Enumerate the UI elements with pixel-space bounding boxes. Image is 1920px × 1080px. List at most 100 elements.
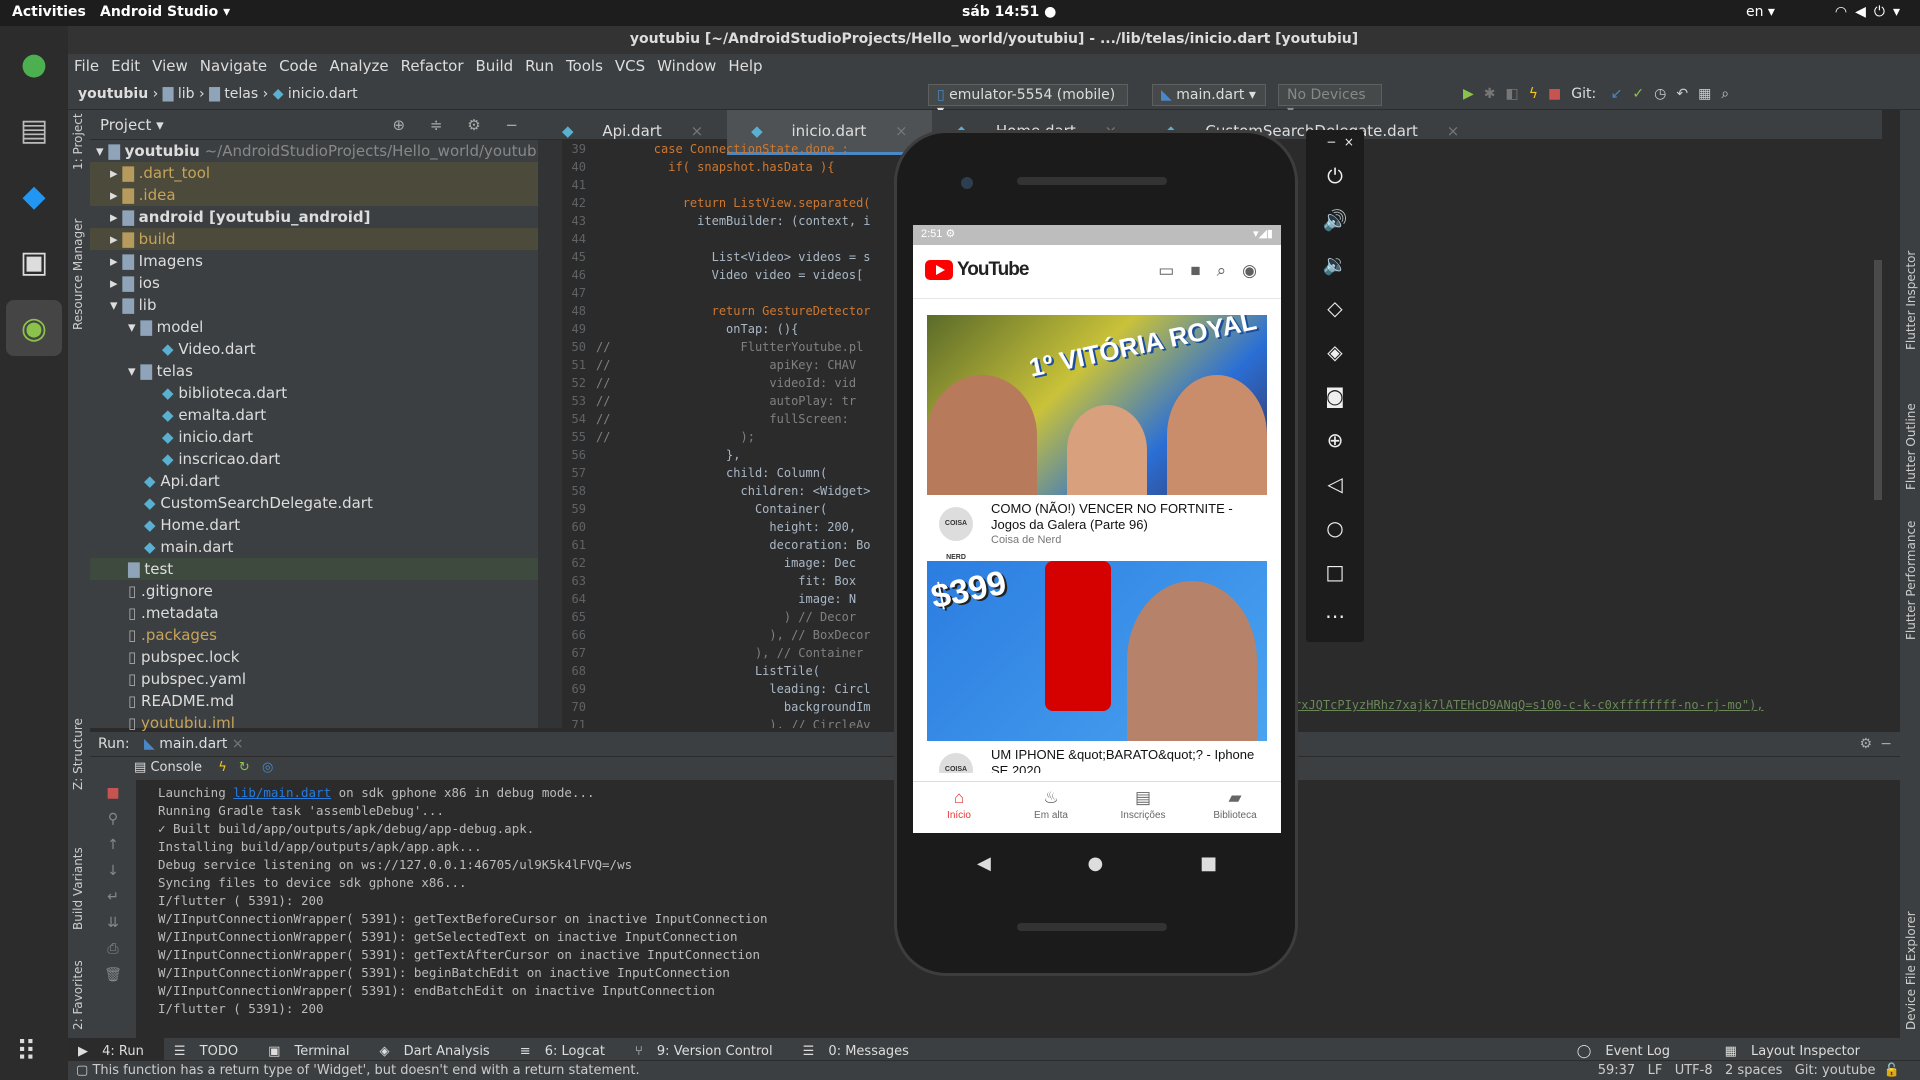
menu-run[interactable]: Run: [519, 54, 560, 78]
tree-item-idea[interactable]: ▸ ▇ .idea: [90, 184, 538, 206]
run-tab-main[interactable]: ◣ main.dart ×: [144, 736, 244, 752]
minimize-icon[interactable]: −: [1880, 736, 1892, 752]
scroll-end-icon[interactable]: ⇊: [90, 910, 136, 936]
breadcrumb-lib[interactable]: lib: [178, 86, 195, 102]
code-line[interactable]: 69 leading: Circl: [562, 680, 902, 698]
attach-icon[interactable]: ◧: [1506, 86, 1529, 102]
git-commit-icon[interactable]: ✓: [1632, 86, 1654, 102]
code-line[interactable]: 52 // videoId: vid: [562, 374, 902, 392]
print-icon[interactable]: ⎙: [90, 936, 136, 962]
android-studio-icon[interactable]: ◉: [6, 300, 62, 356]
code-line[interactable]: 71 ), // CircleAv: [562, 716, 902, 728]
file-encoding[interactable]: UTF-8: [1675, 1063, 1713, 1078]
code-line[interactable]: 54 // fullScreen:: [562, 410, 902, 428]
code-line[interactable]: 44: [562, 230, 902, 248]
emulator-window-controls[interactable]: − ×: [1306, 130, 1364, 154]
hot-reload-icon[interactable]: ϟ: [1529, 86, 1548, 102]
arrow-up-icon[interactable]: ↑: [90, 832, 136, 858]
video-thumbnail[interactable]: $399: [927, 561, 1267, 741]
tree-item-android[interactable]: ▸ ▇ android [youtubiu_android]: [90, 206, 538, 228]
search-icon[interactable]: ⌕: [1217, 261, 1243, 280]
back-icon[interactable]: ◁: [1306, 462, 1364, 506]
tree-item-metadata[interactable]: ▯ .metadata: [90, 602, 538, 624]
run-config-selector[interactable]: ◣ main.dart ▾: [1152, 84, 1266, 106]
code-line[interactable]: 59 Container(: [562, 500, 902, 518]
code-line[interactable]: 48 return GestureDetector: [562, 302, 902, 320]
video-info[interactable]: COISA NERD UM IPHONE &quot;BARATO&quot;?…: [927, 747, 1267, 773]
arrow-down-icon[interactable]: ↓: [90, 858, 136, 884]
close-icon[interactable]: ×: [232, 736, 244, 752]
recents-icon[interactable]: ■: [1200, 853, 1217, 874]
code-line[interactable]: 56 },: [562, 446, 902, 464]
files-icon[interactable]: ▤: [6, 102, 62, 158]
nav-biblioteca[interactable]: ▰ Biblioteca: [1189, 782, 1281, 833]
tree-item-home[interactable]: ◆ Home.dart: [90, 514, 538, 536]
device-screen[interactable]: 2:51 ⚙ ▾◢▮ YouTube ▭■⌕◉ 1º VITÓRIA ROYAL …: [913, 225, 1281, 833]
show-apps-icon[interactable]: ⠿: [16, 1035, 37, 1068]
cursor-position[interactable]: 59:37: [1598, 1063, 1635, 1078]
tree-item-youtubiu[interactable]: ▾ ▇ youtubiu ~/AndroidStudioProjects/Hel…: [90, 140, 550, 162]
scrollbar[interactable]: [1874, 260, 1882, 500]
tree-item-ios[interactable]: ▸ ▇ ios: [90, 272, 538, 294]
no-devices-selector[interactable]: No Devices ▾: [1278, 84, 1382, 119]
code-line[interactable]: 65 ) // Decor: [562, 608, 902, 626]
code-line[interactable]: 51 // apiKey: CHAV: [562, 356, 902, 374]
code-line[interactable]: 60 height: 200,: [562, 518, 902, 536]
devtools-icon[interactable]: ◎: [262, 760, 273, 775]
menu-analyze[interactable]: Analyze: [323, 54, 394, 78]
menu-edit[interactable]: Edit: [105, 54, 146, 78]
code-line[interactable]: 47: [562, 284, 902, 302]
video-camera-icon[interactable]: ■: [1190, 261, 1216, 280]
debug-icon[interactable]: ✱: [1484, 86, 1506, 102]
code-line[interactable]: 67 ), // Container: [562, 644, 902, 662]
stop-icon[interactable]: ■: [90, 780, 136, 806]
tree-item-telas[interactable]: ▾ ▇ telas: [90, 360, 538, 382]
tool-structure[interactable]: Z: Structure: [71, 718, 85, 790]
chrome-icon[interactable]: ●: [6, 36, 62, 92]
code-line[interactable]: 57 child: Column(: [562, 464, 902, 482]
tree-item-build[interactable]: ▸ ▇ build: [90, 228, 538, 250]
tree-item-inscricao[interactable]: ◆ inscricao.dart: [90, 448, 538, 470]
stop-icon[interactable]: ■: [1548, 86, 1571, 102]
zoom-icon[interactable]: ⊕: [1306, 418, 1364, 462]
system-tray[interactable]: ◠◀⏻▾: [1835, 4, 1908, 20]
tree-item-dart-tool[interactable]: ▸ ▇ .dart_tool: [90, 162, 538, 184]
code-line[interactable]: 39 case ConnectionState.done :: [562, 140, 902, 158]
settings-icon[interactable]: ⚙: [1859, 736, 1872, 752]
tool-resource-manager[interactable]: Resource Manager: [71, 219, 85, 330]
power-icon[interactable]: ⏻: [1306, 154, 1364, 198]
run-icon[interactable]: ▶: [1463, 86, 1484, 102]
channel-avatar[interactable]: COISA NERD: [939, 753, 973, 773]
tree-item-test[interactable]: ▇ test: [90, 558, 538, 580]
menu-help[interactable]: Help: [722, 54, 768, 78]
code-line[interactable]: 50 // FlutterYoutube.pl: [562, 338, 902, 356]
close-icon[interactable]: ×: [1435, 116, 1472, 146]
channel-avatar[interactable]: COISA NERD: [939, 507, 973, 561]
git-branch[interactable]: Git: youtube: [1795, 1063, 1876, 1078]
tree-item-packages[interactable]: ▯ .packages: [90, 624, 538, 646]
pin-icon[interactable]: ⚲: [90, 806, 136, 832]
code-line[interactable]: 55 // );: [562, 428, 902, 446]
nav-inicio[interactable]: ⌂ Início: [913, 782, 1005, 833]
tree-item-main[interactable]: ◆ main.dart: [90, 536, 538, 558]
trash-icon[interactable]: 🗑: [90, 962, 136, 988]
tree-item-emalta[interactable]: ◆ emalta.dart: [90, 404, 538, 426]
tool-flutter-outline[interactable]: Flutter Outline: [1904, 403, 1918, 490]
menu-file[interactable]: File: [68, 54, 105, 78]
app-menu[interactable]: Android Studio ▾: [100, 4, 230, 20]
code-line[interactable]: 62 image: Dec: [562, 554, 902, 572]
code-line[interactable]: 68 ListTile(: [562, 662, 902, 680]
menu-navigate[interactable]: Navigate: [194, 54, 273, 78]
cast-icon[interactable]: ▭: [1158, 261, 1190, 280]
video-info[interactable]: COISA NERD COMO (NÃO!) VENCER NO FORTNIT…: [927, 501, 1267, 561]
menu-build[interactable]: Build: [470, 54, 520, 78]
search-icon[interactable]: ⌕: [1721, 86, 1739, 102]
project-structure-icon[interactable]: ▦: [1698, 86, 1721, 102]
tree-item-api[interactable]: ◆ Api.dart: [90, 470, 538, 492]
nav-em-alta[interactable]: ♨ Em alta: [1005, 782, 1097, 833]
vscode-icon[interactable]: ◆: [6, 168, 62, 224]
tree-item-model[interactable]: ▾ ▇ model: [90, 316, 538, 338]
code-line[interactable]: 63 fit: Box: [562, 572, 902, 590]
wrap-icon[interactable]: ↵: [90, 884, 136, 910]
tree-item-lib[interactable]: ▾ ▇ lib: [90, 294, 538, 316]
